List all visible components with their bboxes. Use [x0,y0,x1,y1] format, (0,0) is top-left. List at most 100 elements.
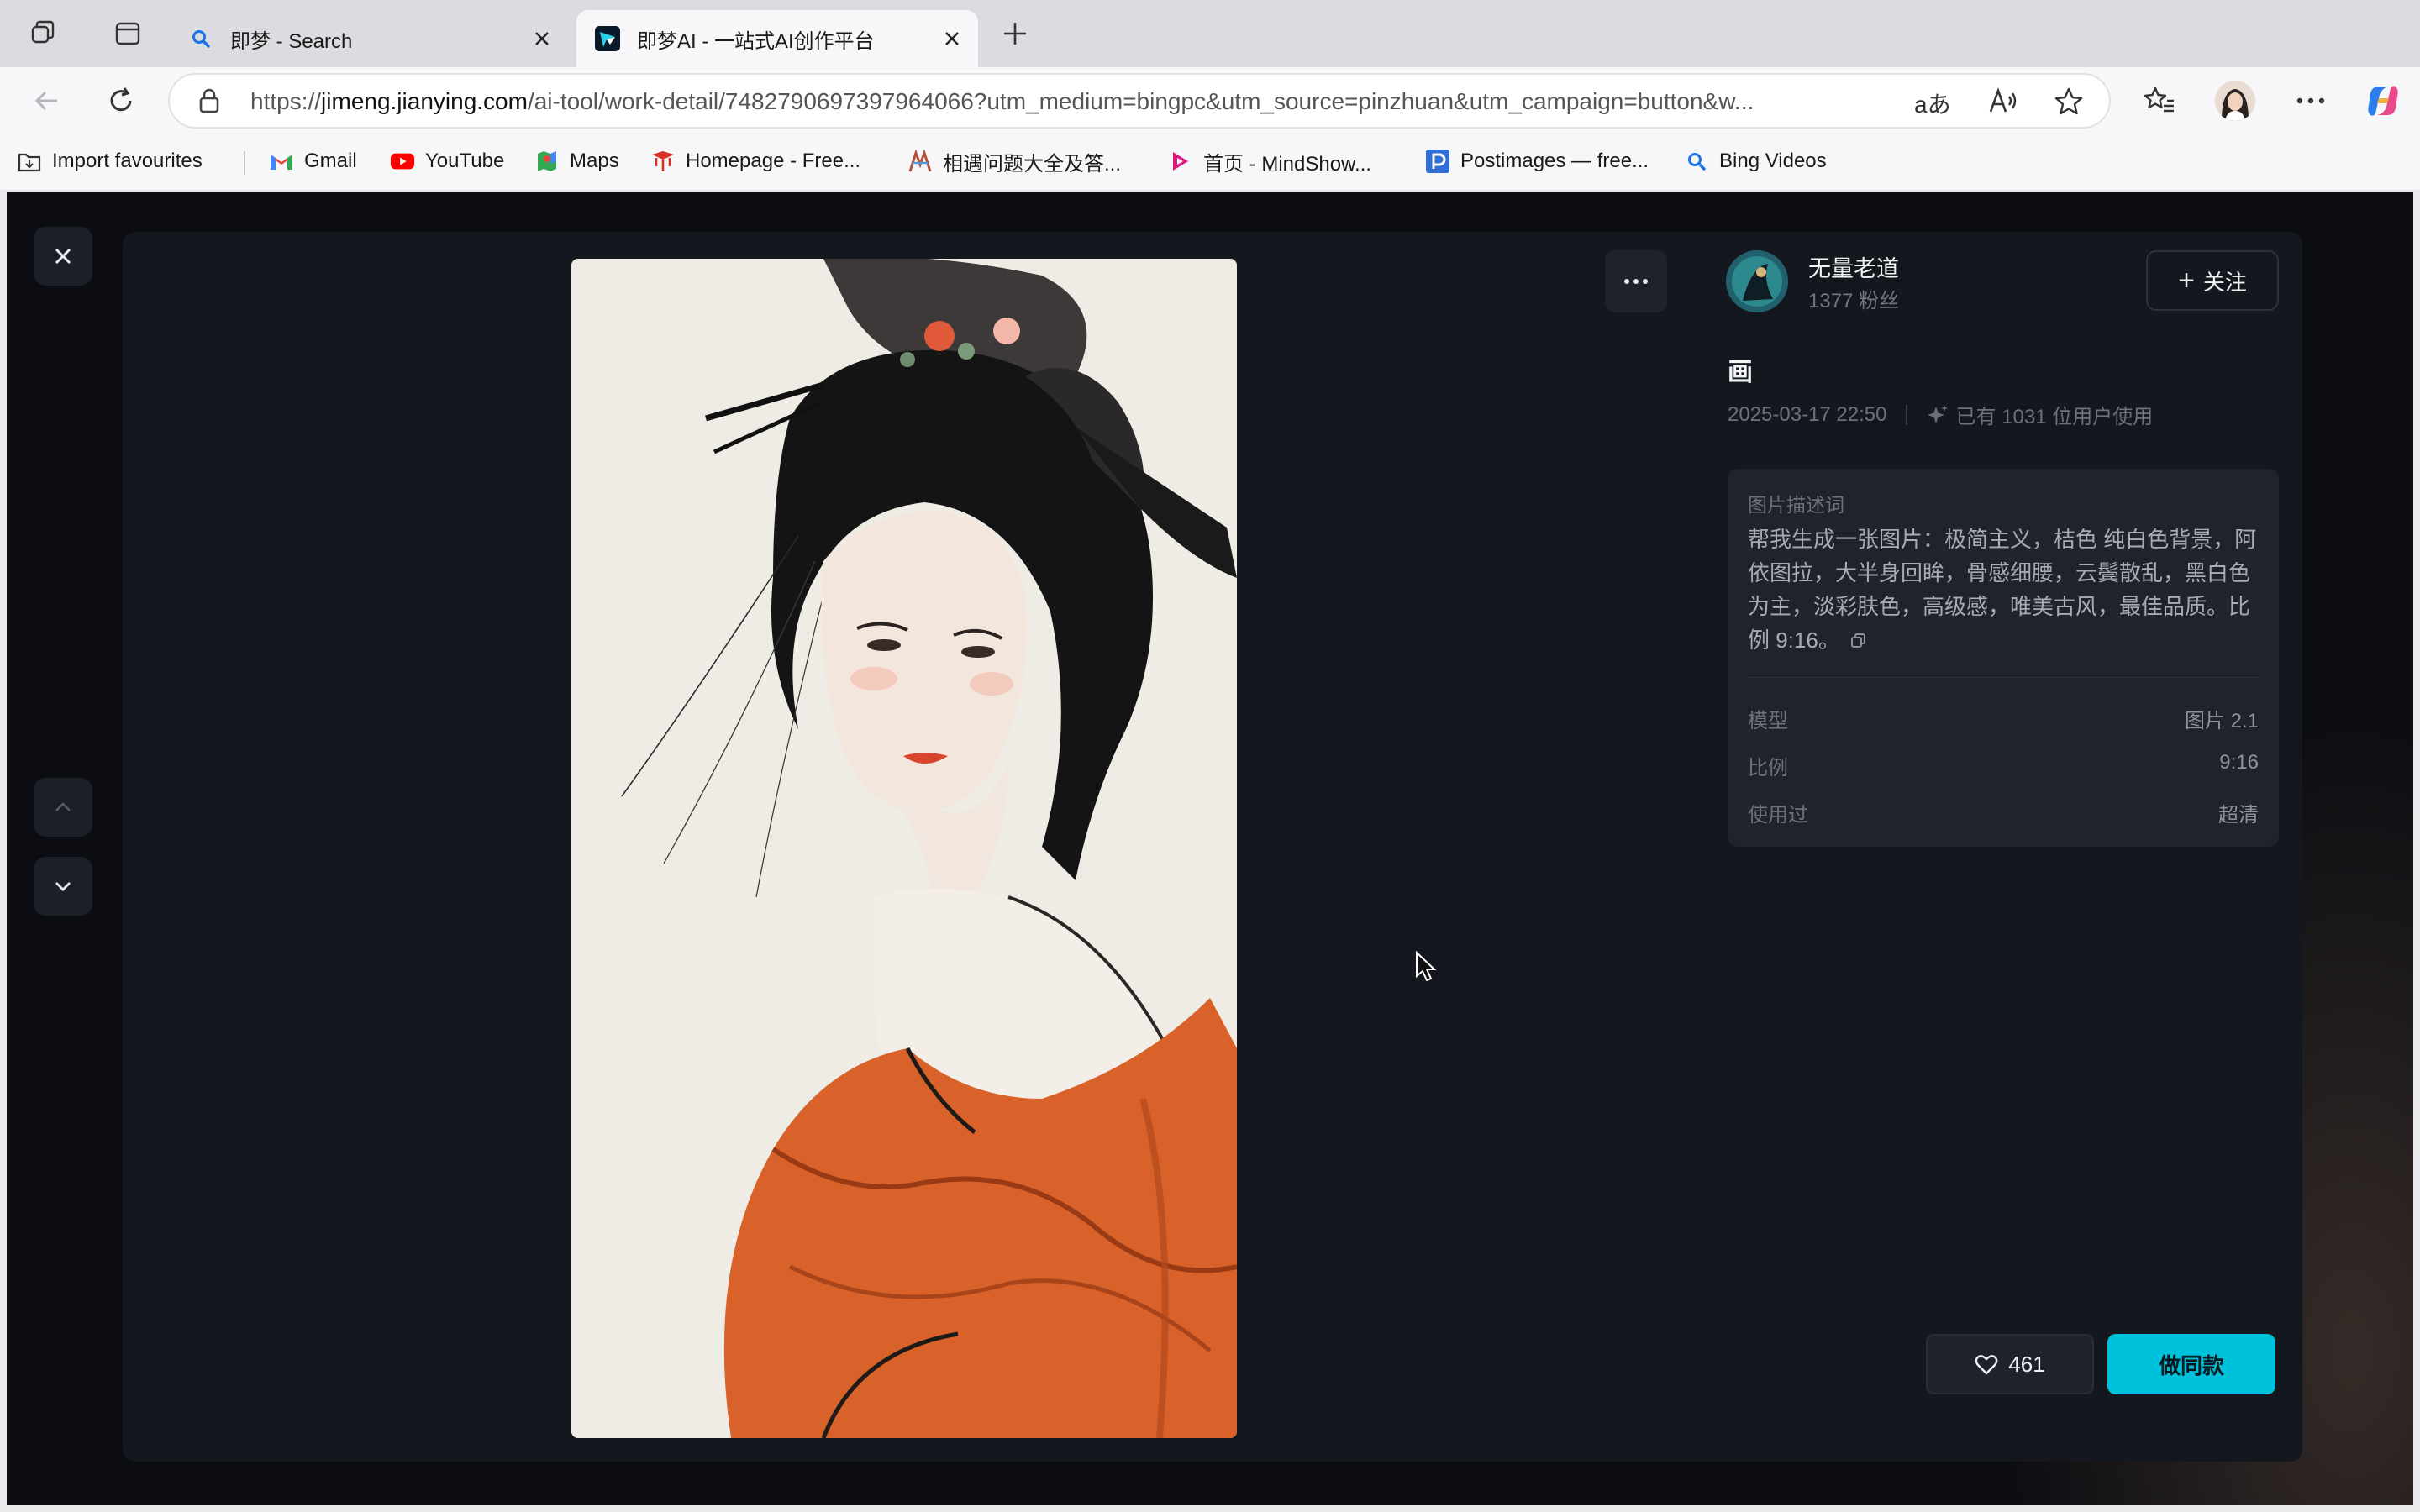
more-menu-icon[interactable] [2292,82,2329,119]
address-bar: https://jimeng.jianying.com/ai-tool/work… [0,67,2420,134]
gmail-icon [269,149,294,174]
follow-label: 关注 [2202,269,2247,295]
plus-icon: + [2178,265,2195,297]
import-icon [17,149,42,174]
favorites-list-icon[interactable] [2141,82,2178,119]
prompt-panel: 图片描述词 帮我生成一张图片：极简主义，桔色 纯白色背景，阿依图拉，大半身回眸，… [1728,469,2279,847]
bookmark-label: YouTube [425,150,505,172]
vertical-tabs-icon[interactable] [109,15,146,52]
close-tab-icon[interactable] [941,28,963,50]
url-domain: jimeng.jianying.com [321,88,528,114]
meta-divider [1905,404,1907,425]
read-aloud-icon[interactable] [1988,87,2018,119]
bing-search-icon [1684,149,1709,174]
param-row-used: 使用过 超清 [1748,798,2259,828]
prompt-text: 帮我生成一张图片：极简主义，桔色 纯白色背景，阿依图拉，大半身回眸，骨感细腰，云… [1748,522,2260,659]
bookmark-label: Bing Videos [1719,150,1827,172]
author-avatar[interactable] [1726,250,1788,312]
artwork-image[interactable] [571,259,1237,1438]
param-key: 使用过 [1748,804,1808,827]
bookmark-site[interactable]: 相遇问题大全及答... [908,146,1121,176]
bookmark-label: Postimages — free... [1460,150,1649,172]
maps-icon [534,149,560,174]
bookmark-label: Import favourites [52,150,203,172]
copy-icon[interactable] [1850,625,1867,659]
param-value: 9:16 [2219,751,2259,774]
close-icon [55,248,71,265]
author-fans-count: 1377 粉丝 [1808,290,1900,312]
author-name[interactable]: 无量老道 [1808,250,1899,283]
bookmark-label: Gmail [304,150,357,172]
param-row-model: 模型 图片 2.1 [1748,704,2259,734]
tab-title: 即梦AI - 一站式AI创作平台 [637,29,875,53]
bookmark-label: Maps [570,150,619,172]
sparkle-icon [1926,403,1949,427]
work-meta: 2025-03-17 22:50 已有 1031 位用户使用 [1728,400,2153,429]
work-detail-page: 无量老道 1377 粉丝 + 关注 画 2025-03-17 22:50 已有 … [7,192,2413,1505]
bookmark-youtube[interactable]: YouTube [390,146,504,176]
bookmark-maps[interactable]: Maps [534,146,619,176]
bookmark-mindshow[interactable]: 首页 - MindShow... [1168,146,1371,176]
chevron-up-icon [55,802,71,811]
next-work-button[interactable] [34,857,92,916]
postimages-icon [1425,149,1450,174]
url-prefix: https:// [250,88,322,114]
mindshow-icon [1168,149,1193,174]
param-row-ratio: 比例 9:16 [1748,751,2259,781]
remix-button[interactable]: 做同款 [2107,1334,2275,1394]
bookmark-import-favourites[interactable]: Import favourites [17,146,203,176]
detail-card: 无量老道 1377 粉丝 + 关注 画 2025-03-17 22:50 已有 … [123,232,2302,1462]
jimeng-logo-icon [595,26,620,51]
more-icon [1624,279,1648,284]
tab-search[interactable]: 即梦 - Search [170,10,568,67]
heart-icon [1975,1353,1998,1375]
bookmarks-divider [244,151,245,175]
follow-button[interactable]: + 关注 [2146,250,2279,311]
usage-count: 已有 1031 位用户使用 [1955,406,2154,428]
publish-date: 2025-03-17 22:50 [1728,402,1887,426]
previous-work-button[interactable] [34,778,92,837]
bookmark-gmail[interactable]: Gmail [269,146,357,176]
bookmark-label: Homepage - Free... [686,150,861,172]
param-key: 模型 [1748,710,1788,732]
param-value: 超清 [2218,804,2259,827]
like-count: 461 [2008,1351,2045,1377]
tab-title: 即梦 - Search [230,29,353,53]
refresh-icon[interactable] [103,82,139,119]
site-icon [908,149,933,174]
param-key: 比例 [1748,757,1788,780]
bookmark-homepage[interactable]: Homepage - Free... [650,146,860,176]
bookmarks-bar: Import favourites Gmail YouTube Maps Hom… [0,134,2420,191]
new-tab-icon[interactable] [997,15,1034,52]
mouse-cursor-icon [1415,950,1437,987]
url-path: /ai-tool/work-detail/7482790697397964066… [527,88,1754,114]
bookmark-label: 相遇问题大全及答... [943,152,1122,176]
copilot-icon[interactable] [2363,81,2403,121]
close-button[interactable] [34,227,92,286]
prompt-label: 图片描述词 [1748,494,1844,516]
like-button[interactable]: 461 [1926,1334,2094,1394]
profile-avatar[interactable] [2215,81,2255,121]
tab-jimeng[interactable]: 即梦AI - 一站式AI创作平台 [576,10,978,67]
translate-icon[interactable]: aあ [1914,87,1951,120]
workspaces-icon[interactable] [25,15,62,52]
favorite-star-icon[interactable] [2054,87,2084,121]
close-tab-icon[interactable] [531,28,553,50]
bookmark-postimages[interactable]: Postimages — free... [1425,146,1649,176]
url-text[interactable]: https://jimeng.jianying.com/ai-tool/work… [250,88,2049,115]
tab-bar: 即梦 - Search 即梦AI - 一站式AI创作平台 [0,0,2420,67]
more-options-button[interactable] [1605,250,1667,312]
param-value: 图片 2.1 [2184,710,2259,732]
prompt-content: 帮我生成一张图片：极简主义，桔色 纯白色背景，阿依图拉，大半身回眸，骨感细腰，云… [1748,527,2257,653]
back-icon[interactable] [29,82,66,119]
url-field[interactable]: https://jimeng.jianying.com/ai-tool/work… [168,73,2111,129]
youtube-icon [390,149,415,174]
bookmark-bing-videos[interactable]: Bing Videos [1684,146,1827,176]
bing-search-icon [188,26,213,51]
lock-icon[interactable] [197,87,222,119]
prompt-divider [1748,677,2259,678]
work-title: 画 [1728,359,1753,386]
bookmark-label: 首页 - MindShow... [1203,152,1372,176]
chevron-down-icon [55,882,71,891]
homepage-icon [650,149,676,174]
